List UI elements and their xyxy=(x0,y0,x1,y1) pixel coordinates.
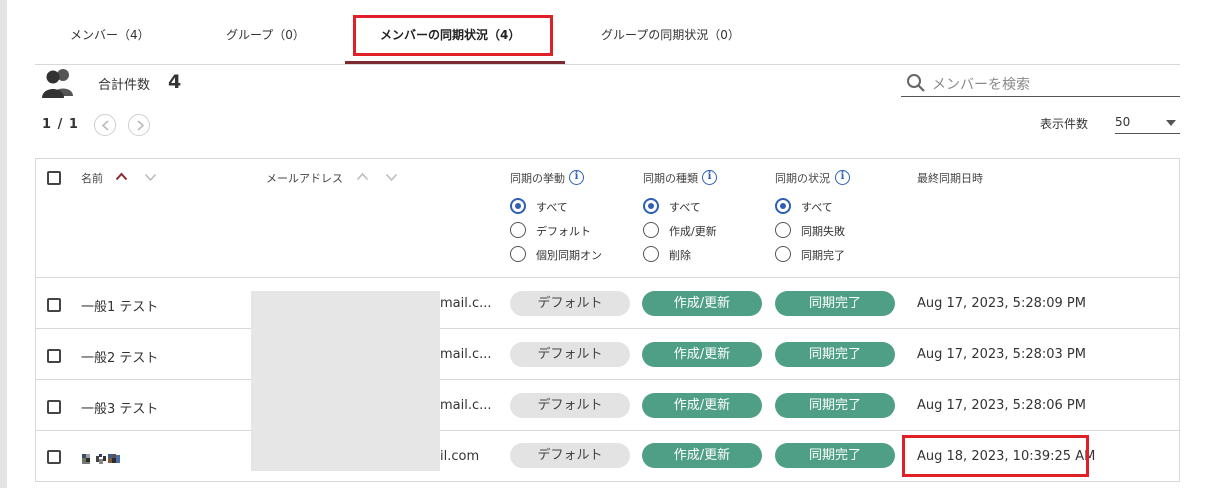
sync-status-badge: 同期完了 xyxy=(775,291,895,316)
sync-behavior-badge: デフォルト xyxy=(510,443,630,468)
filter-behavior-individual-radio[interactable] xyxy=(510,246,526,262)
caret-down-icon xyxy=(1166,120,1176,126)
info-icon[interactable]: i xyxy=(835,170,850,185)
filter-behavior-all-radio[interactable] xyxy=(510,198,526,214)
sync-behavior-badge: デフォルト xyxy=(510,291,630,316)
member-name-redacted xyxy=(82,450,124,464)
info-icon[interactable]: i xyxy=(702,170,717,185)
last-sync-datetime: Aug 17, 2023, 5:28:03 PM xyxy=(917,347,1086,362)
per-page-value: 50 xyxy=(1115,115,1131,129)
row-checkbox[interactable] xyxy=(47,349,61,363)
last-sync-datetime: Aug 17, 2023, 5:28:09 PM xyxy=(917,296,1086,311)
sort-up-icon[interactable] xyxy=(115,172,128,181)
filter-label: 同期失敗 xyxy=(801,225,845,238)
sync-type-badge: 作成/更新 xyxy=(642,393,762,418)
left-edge-bar xyxy=(0,0,7,488)
filter-label: すべて xyxy=(801,201,833,214)
member-email: mail.c... xyxy=(440,398,492,413)
row-checkbox[interactable] xyxy=(47,400,61,414)
chevron-right-icon xyxy=(137,120,145,131)
header-sync-status: 同期の状況 xyxy=(775,172,830,185)
filter-type-all-radio[interactable] xyxy=(643,198,659,214)
sync-status-badge: 同期完了 xyxy=(775,393,895,418)
filter-label: 個別同期オン xyxy=(536,249,602,262)
chevron-left-icon xyxy=(101,120,109,131)
sync-status-badge: 同期完了 xyxy=(775,342,895,367)
filter-label: 同期完了 xyxy=(801,249,845,262)
filter-label: すべて xyxy=(669,201,701,214)
filter-status-all-radio[interactable] xyxy=(775,198,791,214)
filter-label: デフォルト xyxy=(536,225,591,238)
member-email: il.com xyxy=(440,449,480,464)
select-all-checkbox[interactable] xyxy=(47,171,61,185)
prev-page-button[interactable] xyxy=(94,114,116,136)
filter-label: すべて xyxy=(536,201,568,214)
per-page-label: 表示件数 xyxy=(1040,117,1089,131)
row-divider xyxy=(35,379,1180,380)
filter-behavior-default-radio[interactable] xyxy=(510,222,526,238)
tab-groups[interactable]: グループ（0） xyxy=(226,26,305,43)
member-email: mail.c... xyxy=(440,347,492,362)
page-indicator: 1 / 1 xyxy=(42,117,79,132)
sync-status-badge: 同期完了 xyxy=(775,443,895,468)
last-sync-datetime: Aug 17, 2023, 5:28:06 PM xyxy=(917,398,1086,413)
next-page-button[interactable] xyxy=(128,114,150,136)
filter-label: 作成/更新 xyxy=(669,225,717,238)
member-name: 一般3 テスト xyxy=(81,402,159,417)
row-divider xyxy=(35,430,1180,431)
email-redaction-block xyxy=(251,291,440,471)
sync-behavior-badge: デフォルト xyxy=(510,342,630,367)
header-name[interactable]: 名前 xyxy=(81,170,103,186)
row-divider xyxy=(35,277,1180,278)
member-email: mail.c... xyxy=(440,296,492,311)
row-checkbox[interactable] xyxy=(47,298,61,312)
header-sync-type: 同期の種類 xyxy=(643,172,698,185)
member-sync-table xyxy=(35,158,1180,482)
header-email[interactable]: メールアドレス xyxy=(266,170,343,186)
tab-members[interactable]: メンバー（4） xyxy=(70,26,150,43)
sort-down-icon[interactable] xyxy=(385,173,398,182)
sort-up-icon[interactable] xyxy=(356,172,369,181)
filter-type-delete-radio[interactable] xyxy=(643,246,659,262)
row-checkbox[interactable] xyxy=(47,450,61,464)
sync-type-badge: 作成/更新 xyxy=(642,342,762,367)
active-tab-highlight-box xyxy=(353,15,553,56)
member-name: 一般2 テスト xyxy=(81,351,159,366)
tab-group-sync-status[interactable]: グループの同期状況（0） xyxy=(601,26,740,43)
sync-type-badge: 作成/更新 xyxy=(642,291,762,316)
total-count-label: 合計件数 xyxy=(98,78,151,93)
header-sync-behavior: 同期の挙動 xyxy=(510,172,565,185)
filter-type-create-update-radio[interactable] xyxy=(643,222,659,238)
search-placeholder: メンバーを検索 xyxy=(932,77,1030,93)
total-count-value: 4 xyxy=(168,71,182,93)
info-icon[interactable]: i xyxy=(569,170,584,185)
sync-behavior-badge: デフォルト xyxy=(510,393,630,418)
tabs-divider xyxy=(35,64,1180,65)
filter-status-complete-radio[interactable] xyxy=(775,246,791,262)
row-divider xyxy=(35,328,1180,329)
people-icon xyxy=(42,68,76,98)
member-name: 一般1 テスト xyxy=(81,300,159,315)
sort-down-icon[interactable] xyxy=(144,173,157,182)
filter-label: 削除 xyxy=(669,249,691,262)
header-last-sync: 最終同期日時 xyxy=(917,172,983,185)
sync-type-badge: 作成/更新 xyxy=(642,443,762,468)
last-sync-highlight-box xyxy=(902,435,1089,477)
search-icon xyxy=(906,73,926,97)
filter-status-failed-radio[interactable] xyxy=(775,222,791,238)
